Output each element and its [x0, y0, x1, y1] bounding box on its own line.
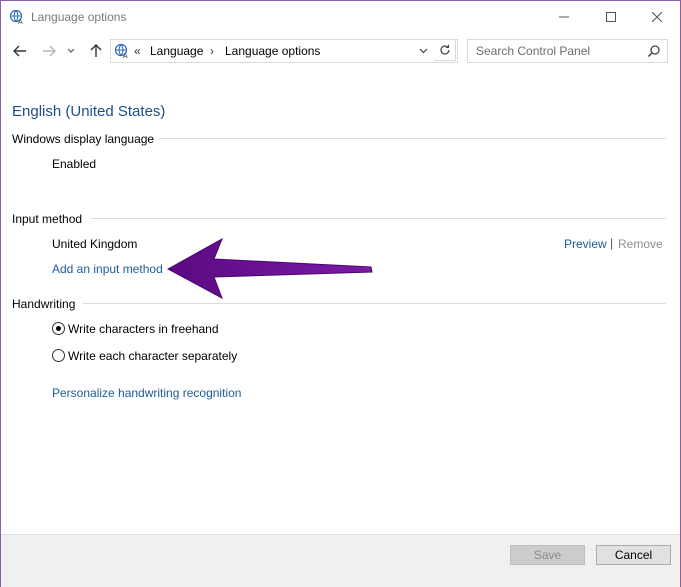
title-bar: A Language options: [1, 1, 680, 33]
language-globe-icon: A: [9, 9, 23, 25]
chevron-down-icon: [419, 48, 427, 54]
link-separator: |: [610, 236, 614, 250]
close-button[interactable]: [634, 1, 680, 33]
minimize-icon: [559, 16, 569, 18]
freehand-option-label[interactable]: Write characters in freehand: [68, 322, 219, 336]
separately-option-label[interactable]: Write each character separately: [68, 349, 237, 363]
svg-text:A: A: [18, 19, 23, 25]
overflow-chevrons[interactable]: «: [134, 44, 141, 58]
forward-button[interactable]: [39, 40, 59, 62]
personalize-handwriting-link[interactable]: Personalize handwriting recognition: [52, 386, 241, 400]
display-language-status: Enabled: [52, 157, 97, 171]
up-button[interactable]: [86, 40, 106, 62]
breadcrumb-language-options[interactable]: Language options: [225, 44, 320, 58]
language-heading: English (United States): [12, 103, 166, 120]
handwriting-divider: [83, 303, 666, 304]
refresh-button[interactable]: [434, 39, 456, 61]
separately-radio[interactable]: [52, 349, 65, 362]
input-method-item: United Kingdom: [52, 237, 138, 251]
chevron-down-icon: [67, 48, 75, 53]
footer-bar: Save Cancel: [1, 534, 680, 587]
breadcrumb-separator[interactable]: ›: [210, 44, 214, 58]
forward-arrow-icon: [43, 45, 56, 57]
recent-locations-button[interactable]: [64, 40, 78, 62]
maximize-icon: [606, 12, 616, 22]
svg-text:A: A: [123, 53, 128, 59]
annotation-arrow: [166, 237, 373, 300]
save-button: Save: [510, 545, 585, 565]
remove-link: Remove: [618, 237, 663, 251]
search-input[interactable]: [476, 42, 646, 59]
address-dropdown-button[interactable]: [416, 44, 430, 58]
back-button[interactable]: [10, 40, 30, 62]
add-input-method-link[interactable]: Add an input method: [52, 262, 163, 276]
maximize-button[interactable]: [588, 1, 634, 33]
radio-selected-dot: [56, 326, 61, 331]
input-method-label: Input method: [12, 212, 83, 226]
display-language-label: Windows display language: [12, 132, 155, 146]
breadcrumb-language[interactable]: Language: [150, 44, 203, 58]
address-bar-row: A « Language › Language options: [1, 37, 680, 65]
preview-link[interactable]: Preview: [564, 237, 607, 251]
back-arrow-icon: [13, 45, 26, 57]
search-box[interactable]: [467, 39, 668, 63]
window-title: Language options: [31, 10, 127, 24]
language-globe-icon: A: [114, 43, 128, 59]
input-method-divider: [91, 218, 666, 219]
display-language-divider: [159, 138, 666, 139]
search-icon[interactable]: [647, 44, 661, 58]
refresh-icon: [439, 44, 450, 55]
cancel-button[interactable]: Cancel: [596, 545, 671, 565]
language-options-window: A Language options A « Language › Langua…: [0, 0, 681, 587]
address-bar[interactable]: A « Language › Language options: [110, 39, 458, 63]
handwriting-label: Handwriting: [12, 297, 76, 311]
close-icon: [652, 12, 662, 22]
up-arrow-icon: [90, 44, 102, 57]
freehand-radio[interactable]: [52, 322, 65, 335]
minimize-button[interactable]: [541, 1, 587, 33]
